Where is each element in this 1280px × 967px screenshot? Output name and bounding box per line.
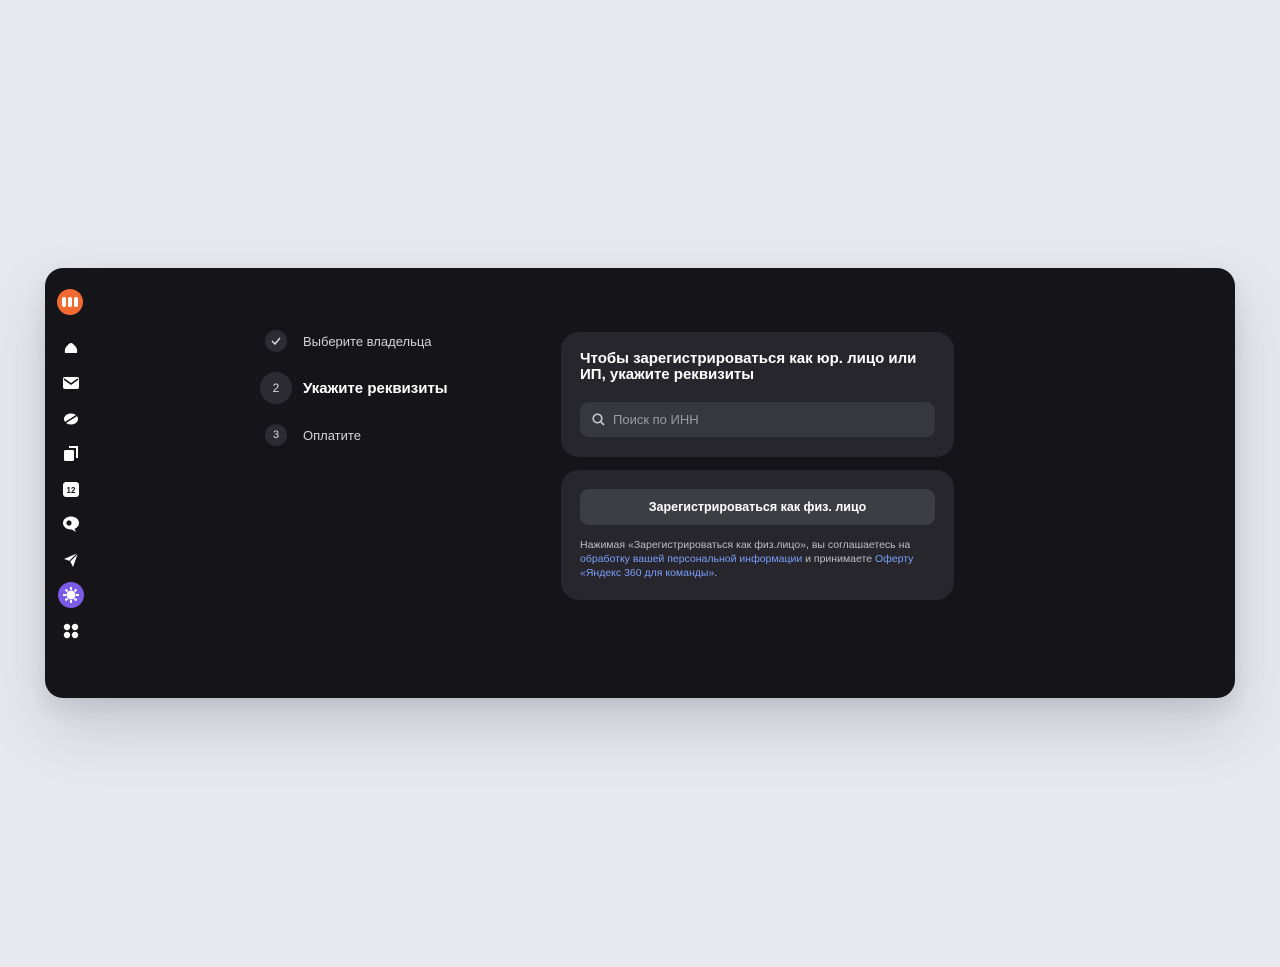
individual-registration-card: Зарегистрироваться как физ. лицо Нажимая…: [561, 470, 954, 600]
inn-search-input[interactable]: [613, 412, 913, 427]
sidebar: 12: [45, 268, 97, 698]
step-requisites[interactable]: 2 Укажите реквизиты: [260, 372, 448, 404]
logo-icon[interactable]: [57, 289, 83, 315]
step-label: Выберите владельца: [303, 333, 432, 349]
telemost-icon[interactable]: [58, 511, 84, 537]
company-registration-card: Чтобы зарегистрироваться как юр. лицо ил…: [561, 332, 954, 457]
check-icon: [265, 330, 287, 352]
step-payment[interactable]: 3 Оплатите: [265, 424, 361, 446]
legal-text: и принимаете: [802, 553, 875, 565]
search-icon: [592, 413, 605, 426]
inn-search-field[interactable]: [580, 402, 935, 437]
legal-text: .: [714, 567, 718, 579]
calendar-day: 12: [67, 486, 76, 495]
calendar-icon[interactable]: 12: [58, 476, 84, 502]
step-choose-owner[interactable]: Выберите владельца: [265, 330, 432, 352]
step-number: 3: [265, 424, 287, 446]
admin-icon[interactable]: [58, 582, 84, 608]
step-number: 2: [260, 372, 292, 404]
privacy-link[interactable]: обработку вашей персональной информации: [580, 553, 802, 565]
messenger-icon[interactable]: [58, 406, 84, 432]
send-icon[interactable]: [58, 547, 84, 573]
legal-notice: Нажимая «Зарегистрироваться как физ.лицо…: [580, 538, 940, 580]
mail-icon[interactable]: [58, 370, 84, 396]
step-label: Укажите реквизиты: [303, 379, 448, 397]
documents-icon[interactable]: [58, 441, 84, 467]
card-title: Чтобы зарегистрироваться как юр. лицо ил…: [580, 350, 917, 383]
legal-text: Нажимая «Зарегистрироваться как физ.лицо…: [580, 539, 911, 551]
register-individual-button[interactable]: Зарегистрироваться как физ. лицо: [580, 489, 935, 525]
apps-grid-icon[interactable]: [58, 618, 84, 644]
app-window: 12 Выберите владельца 2 Укажите реквизит…: [45, 268, 1235, 698]
cloud-disk-icon[interactable]: [58, 335, 84, 361]
step-label: Оплатите: [303, 427, 361, 443]
